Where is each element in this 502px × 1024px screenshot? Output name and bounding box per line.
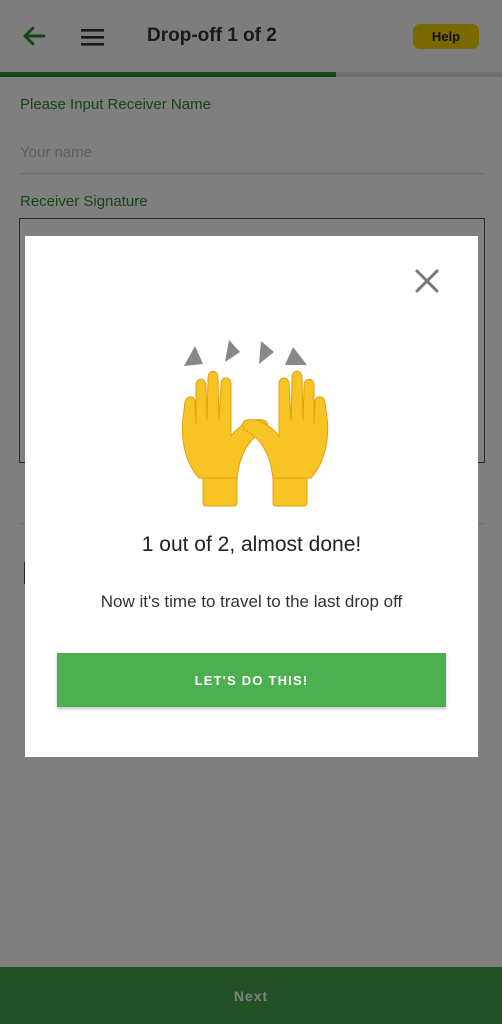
- dialog-message: Now it's time to travel to the last drop…: [100, 592, 403, 611]
- progress-dialog: 1 out of 2, almost done! Now it's time t…: [25, 236, 478, 757]
- lets-do-this-button[interactable]: LET'S DO THIS!: [57, 653, 446, 707]
- close-icon: [415, 269, 439, 293]
- dialog-title: 1 out of 2, almost done!: [141, 533, 362, 556]
- raising-hands-emoji-icon: [151, 338, 351, 508]
- close-button[interactable]: [412, 266, 442, 296]
